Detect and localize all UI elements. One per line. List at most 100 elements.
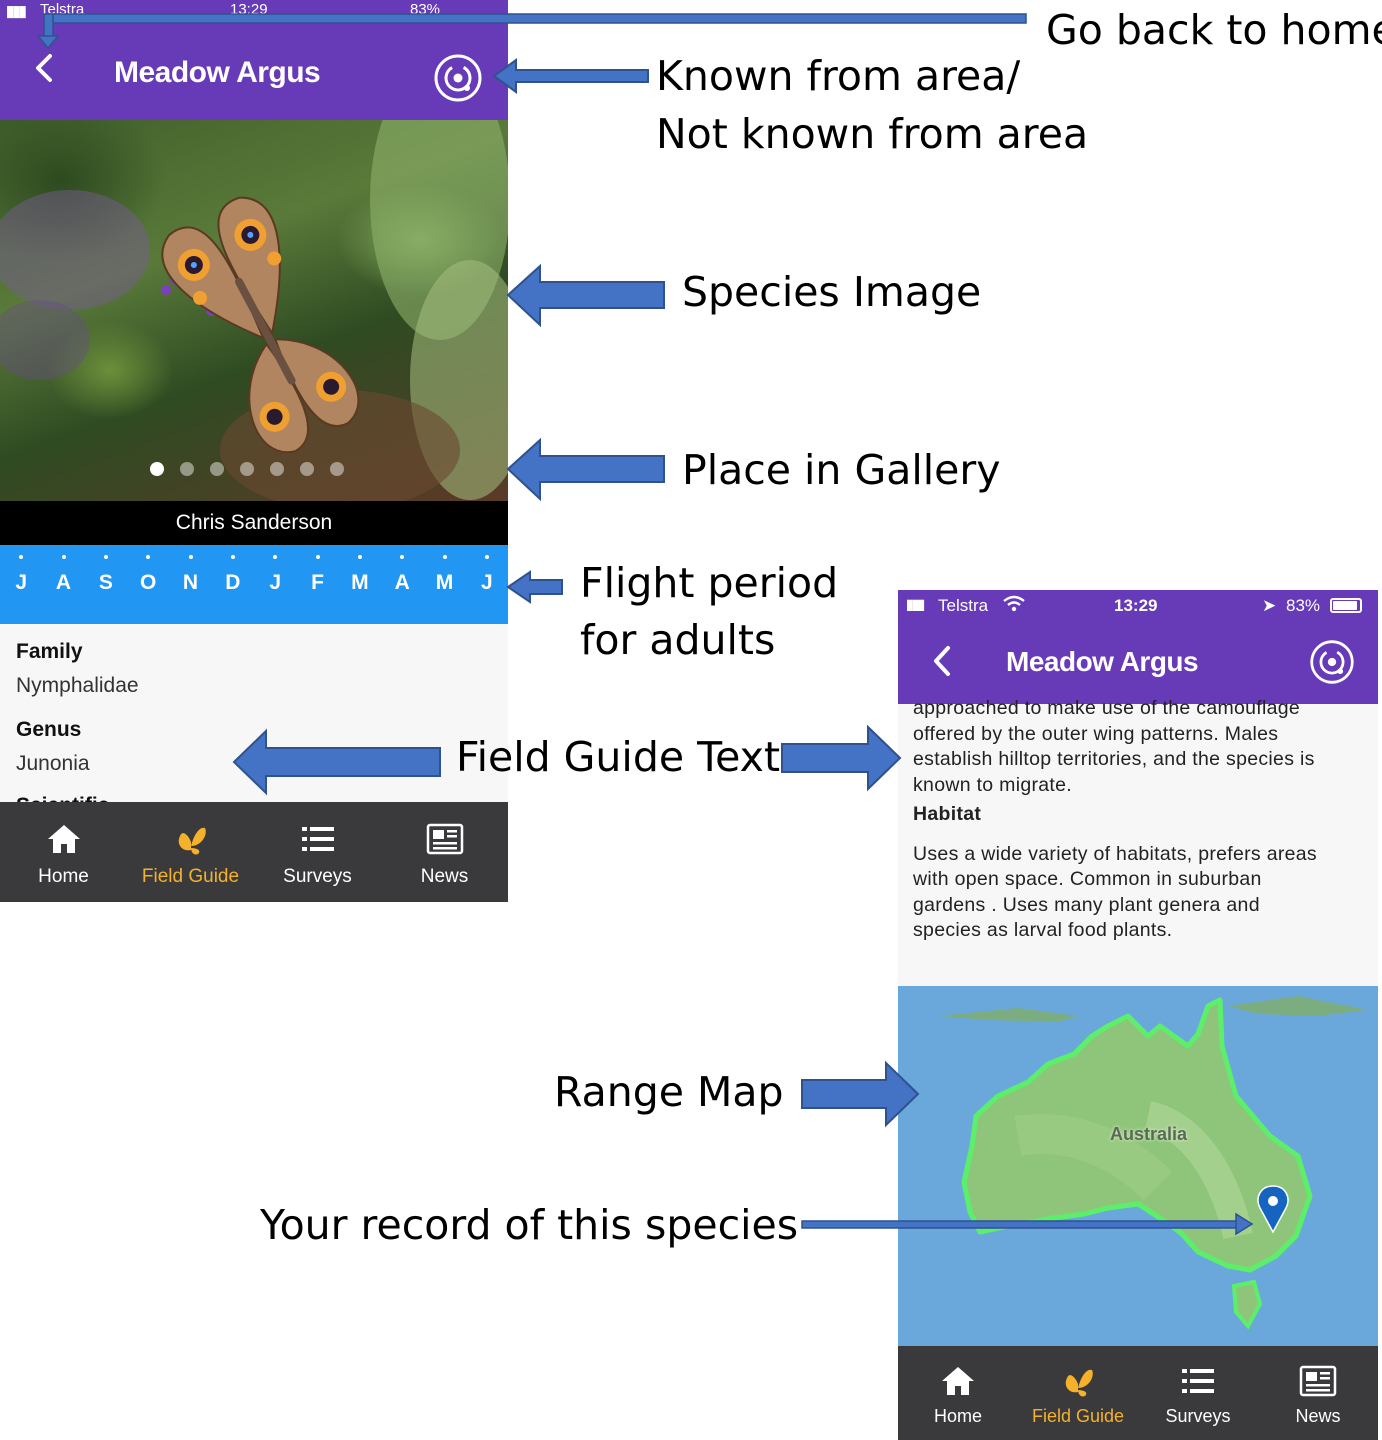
newspaper-icon (426, 822, 464, 856)
clock-label: 13:29 (1114, 596, 1158, 615)
clock-label: 13:29 (230, 1, 268, 18)
flight-month-letter: M (351, 571, 369, 594)
tab-news[interactable]: News (381, 802, 508, 902)
gallery-dot[interactable] (330, 462, 344, 476)
flight-month: J (254, 545, 296, 595)
label-place-gallery: Place in Gallery (682, 446, 1001, 494)
home-icon (45, 822, 83, 856)
arrow-known-area (492, 58, 649, 94)
range-map[interactable]: Australia (898, 986, 1378, 1346)
flight-month: J (466, 545, 508, 595)
tab-home[interactable]: Home (0, 802, 127, 902)
text-line: Uses a wide variety of habitats, prefers… (913, 842, 1317, 865)
known-from-area-icon[interactable] (432, 52, 484, 104)
australia-map-illustration (938, 996, 1368, 1330)
butterfly-icon (172, 822, 210, 856)
status-bar: ▮▮▮ Telstra 13:29 ➤ 83% (898, 590, 1378, 620)
flight-month: M (424, 545, 466, 595)
flight-month-letter: M (435, 571, 454, 594)
flight-month: J (0, 545, 42, 595)
tab-label: Home (38, 866, 89, 887)
text-line: species as larval food plants. (913, 919, 1173, 941)
back-chevron-icon[interactable] (26, 48, 66, 88)
tab-label: Field Guide (1031, 1406, 1125, 1426)
butterfly-photo-illustration (0, 120, 508, 501)
newspaper-icon (1299, 1364, 1337, 1398)
tab-label: Surveys (1165, 1406, 1231, 1426)
tab-field-guide[interactable]: Field Guide (127, 802, 254, 902)
label-flight-line1: Flight period (580, 559, 839, 607)
tab-surveys[interactable]: Surveys (254, 802, 381, 902)
known-from-area-icon[interactable] (1308, 638, 1356, 686)
text-line: known to migrate. (913, 773, 1073, 796)
species-photo[interactable] (0, 120, 508, 501)
signal-icon: ▮▮▮ (6, 3, 27, 20)
field-guide-text: Family Nymphalidae Genus Junonia Scienti… (16, 624, 496, 802)
flight-month: O (127, 545, 169, 595)
arrow-place-gallery (506, 437, 665, 502)
photo-credit: Chris Sanderson (0, 501, 508, 545)
gallery-dot[interactable] (270, 462, 284, 476)
tab-news[interactable]: News (1258, 1346, 1378, 1440)
label-range-map: Range Map (554, 1068, 784, 1116)
label-flight-line2: for adults (580, 616, 776, 664)
page-title: Meadow Argus (114, 56, 321, 89)
flight-month-dot (103, 555, 108, 559)
page-title: Meadow Argus (1006, 646, 1199, 677)
list-icon (299, 822, 337, 856)
text-line: gardens . Uses many plant genera and (913, 893, 1260, 916)
flight-month: A (43, 545, 85, 595)
gallery-dot[interactable] (300, 462, 314, 476)
genus-value: Junonia (16, 752, 90, 775)
flight-month: N (170, 545, 212, 595)
flight-month-letter: A (55, 571, 72, 594)
flight-month-dot (400, 555, 405, 559)
genus-label: Genus (16, 718, 82, 741)
map-country-label: Australia (1110, 1124, 1188, 1144)
status-bar: ▮▮▮ Telstra 13:29 83% (0, 0, 508, 20)
battery-icon (1330, 598, 1362, 613)
text-line: offered by the outer wing patterns. Male… (913, 722, 1279, 745)
tab-field-guide[interactable]: Field Guide (1018, 1346, 1138, 1440)
flight-month-dot (146, 555, 151, 559)
bottom-tab-bar: Home Field Guide Surveys News (0, 802, 508, 902)
flight-period-bar: JASONDJFMAMJ (0, 545, 508, 624)
back-chevron-icon[interactable] (926, 642, 960, 680)
text-line: establish hilltop territories, and the s… (913, 748, 1315, 770)
label-go-back: Go back to home (1046, 6, 1382, 54)
gallery-dot[interactable] (240, 462, 254, 476)
flight-month-letter: S (98, 571, 113, 594)
tab-surveys[interactable]: Surveys (1138, 1346, 1258, 1440)
flight-month-letter: J (269, 571, 281, 594)
flight-month-dot (357, 555, 362, 559)
flight-month-dot (230, 555, 235, 559)
carrier-label: Telstra (938, 596, 989, 615)
flight-month-dot (484, 555, 489, 559)
tab-home[interactable]: Home (898, 1346, 1018, 1440)
label-species-image: Species Image (682, 268, 982, 316)
location-arrow-icon: ➤ (1262, 596, 1277, 615)
home-icon (939, 1364, 977, 1398)
gallery-dot[interactable] (210, 462, 224, 476)
field-guide-text: approached to make use of the camouflage… (913, 696, 1368, 944)
gallery-position-indicator[interactable] (150, 462, 344, 476)
label-known-line1: Known from area/ (656, 52, 1021, 100)
flight-month-dot (315, 555, 320, 559)
flight-month-letter: D (225, 571, 241, 594)
flight-month: F (297, 545, 339, 595)
flight-month-dot (188, 555, 193, 559)
flight-month-letter: F (311, 571, 324, 594)
gallery-dot[interactable] (180, 462, 194, 476)
gallery-dot[interactable] (150, 462, 164, 476)
flight-month-letter: O (139, 571, 157, 594)
list-icon (1179, 1364, 1217, 1398)
flight-month-letter: J (15, 571, 27, 594)
phone-screen-species-overview: ▮▮▮ Telstra 13:29 83% Meadow Argus Chris… (0, 0, 508, 902)
scientific-label: Scientific (16, 794, 496, 802)
app-header: Meadow Argus (898, 620, 1378, 704)
text-line: with open space. Common in suburban (913, 868, 1262, 890)
arrow-flight-period (506, 570, 563, 604)
flight-month-dot (19, 555, 24, 559)
tab-label: Surveys (283, 866, 352, 887)
flight-month: S (85, 545, 127, 595)
